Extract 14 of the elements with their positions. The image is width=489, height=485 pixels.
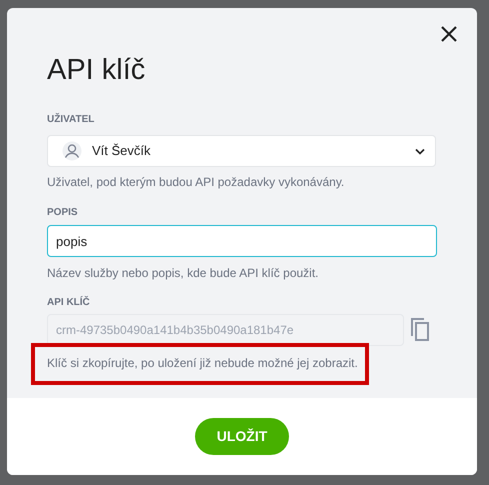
dialog-title: API klíč	[47, 53, 146, 88]
avatar-icon	[62, 141, 82, 161]
user-select[interactable]: Vít Ševčík	[47, 135, 436, 167]
chevron-down-icon	[415, 148, 425, 154]
field-hint: Klíč si zkopírujte, po uložení již nebude možné jej zobrazit.	[47, 355, 359, 372]
copy-icon[interactable]	[410, 318, 430, 342]
field-label: API KLÍČ	[47, 295, 91, 309]
field-label: UŽIVATEL	[47, 112, 96, 126]
field-hint: Název služby nebo popis, kde bude API klíč použit.	[47, 265, 320, 280]
description-input[interactable]: popis	[47, 225, 437, 257]
field-hint: Uživatel, pod kterým budou API požadavky vykonávány.	[47, 174, 346, 189]
select-value: Vít Ševčík	[92, 142, 152, 160]
field-label: POPIS	[47, 206, 79, 219]
close-button[interactable]	[439, 24, 459, 44]
